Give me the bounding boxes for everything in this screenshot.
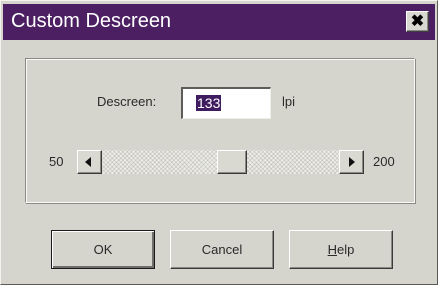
dialog-title: Custom Descreen [11, 10, 172, 32]
close-icon: ✖ [410, 13, 425, 30]
descreen-label: Descreen: [97, 94, 157, 109]
slider-right-button[interactable] [339, 150, 364, 174]
scroll-left-arrow-icon [85, 157, 91, 167]
slider-min-label: 50 [49, 154, 64, 169]
descreen-slider-thumb[interactable] [216, 150, 247, 174]
custom-descreen-dialog: Custom Descreen ✖ Descreen: 133 lpi 50 2… [0, 0, 438, 285]
ok-button[interactable]: OK [51, 230, 155, 269]
lpi-unit-label: lpi [282, 94, 296, 109]
descreen-input[interactable]: 133 [181, 87, 271, 119]
help-mnemonic: H [327, 242, 338, 257]
close-button[interactable]: ✖ [406, 11, 429, 32]
slider-max-label: 200 [373, 154, 395, 169]
descreen-value-selected: 133 [196, 95, 222, 111]
help-button[interactable]: Help [289, 230, 393, 269]
help-label-rest: elp [337, 242, 355, 257]
title-bar[interactable]: Custom Descreen ✖ [3, 4, 435, 40]
scroll-right-arrow-icon [349, 157, 355, 167]
slider-left-button[interactable] [77, 150, 102, 174]
descreen-group-box [25, 58, 415, 203]
cancel-button[interactable]: Cancel [170, 230, 274, 269]
